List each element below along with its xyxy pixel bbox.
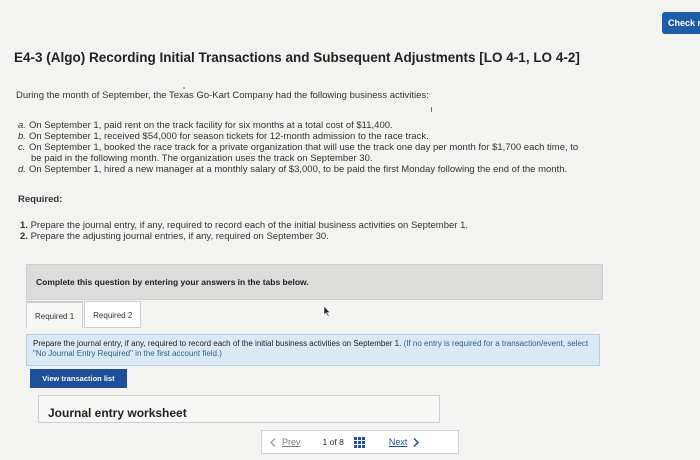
chevron-right-icon xyxy=(413,437,420,447)
activity-item-d: d. On September 1, hired a new manager a… xyxy=(18,164,618,175)
activity-item-c: c. On September 1, booked the race track… xyxy=(18,142,618,164)
mouse-cursor-icon xyxy=(323,306,331,317)
requirement-item: 2. Prepare the adjusting journal entries… xyxy=(20,231,468,242)
worksheet-title: Journal entry worksheet xyxy=(48,406,187,420)
activity-text: On September 1, hired a new manager at a… xyxy=(29,164,568,175)
view-transaction-list-button[interactable]: View transaction list xyxy=(30,369,127,388)
problem-intro: During the month of September, the Texas… xyxy=(16,90,429,101)
requirement-number: 2. xyxy=(20,231,28,242)
page-indicator: 1 of 8 xyxy=(323,437,344,447)
check-my-work-button[interactable]: Check m xyxy=(662,12,700,34)
page-current: 1 xyxy=(322,437,328,447)
activity-letter: c. xyxy=(18,142,26,153)
activity-text: On September 1, paid rent on the track f… xyxy=(29,120,393,131)
activity-item-a: a. On September 1, paid rent on the trac… xyxy=(18,120,618,131)
stray-dot-mark xyxy=(183,87,185,89)
page-total: 8 xyxy=(339,437,344,447)
answer-tabs: Required 1 Required 2 xyxy=(26,301,142,329)
required-heading: Required: xyxy=(18,194,63,205)
prev-button[interactable]: Prev xyxy=(270,437,301,447)
requirement-text: Prepare the journal entry, if any, requi… xyxy=(30,220,468,231)
activity-list: a. On September 1, paid rent on the trac… xyxy=(18,120,618,175)
tab-instruction: Prepare the journal entry, if any, requi… xyxy=(26,334,600,366)
instructions-banner-text: Complete this question by entering your … xyxy=(36,277,309,287)
requirement-item: 1. Prepare the journal entry, if any, re… xyxy=(20,220,468,231)
tab-instruction-text: Prepare the journal entry, if any, requi… xyxy=(33,339,402,348)
requirement-text: Prepare the adjusting journal entries, i… xyxy=(30,231,329,242)
page-of: of xyxy=(329,437,337,447)
activity-letter: d. xyxy=(18,164,26,175)
activity-text: On September 1, booked the race track fo… xyxy=(29,142,578,164)
chevron-left-icon xyxy=(270,437,276,447)
activity-letter: b. xyxy=(18,131,26,142)
question-pager: Prev 1 of 8 Next xyxy=(261,430,459,454)
tab-required-1[interactable]: Required 1 xyxy=(26,301,84,328)
next-button[interactable]: Next xyxy=(389,437,420,447)
next-label: Next xyxy=(388,437,408,447)
page-title: E4-3 (Algo) Recording Initial Transactio… xyxy=(14,50,580,65)
activity-text-line: be paid in the following month. The orga… xyxy=(31,153,373,164)
activity-item-b: b. On September 1, received $54,000 for … xyxy=(18,131,618,142)
journal-entry-worksheet-header: Journal entry worksheet xyxy=(38,395,440,423)
prev-label: Prev xyxy=(282,437,301,447)
tab-required-2[interactable]: Required 2 xyxy=(84,301,142,328)
instructions-banner: Complete this question by entering your … xyxy=(26,264,603,300)
activity-text-line: On September 1, booked the race track fo… xyxy=(29,142,579,153)
stray-tick-mark xyxy=(431,107,432,112)
requirement-list: 1. Prepare the journal entry, if any, re… xyxy=(20,220,468,242)
requirement-number: 1. xyxy=(20,220,28,231)
activity-letter: a. xyxy=(18,120,26,131)
grid-view-icon[interactable] xyxy=(353,436,365,448)
activity-text: On September 1, received $54,000 for sea… xyxy=(29,131,429,142)
